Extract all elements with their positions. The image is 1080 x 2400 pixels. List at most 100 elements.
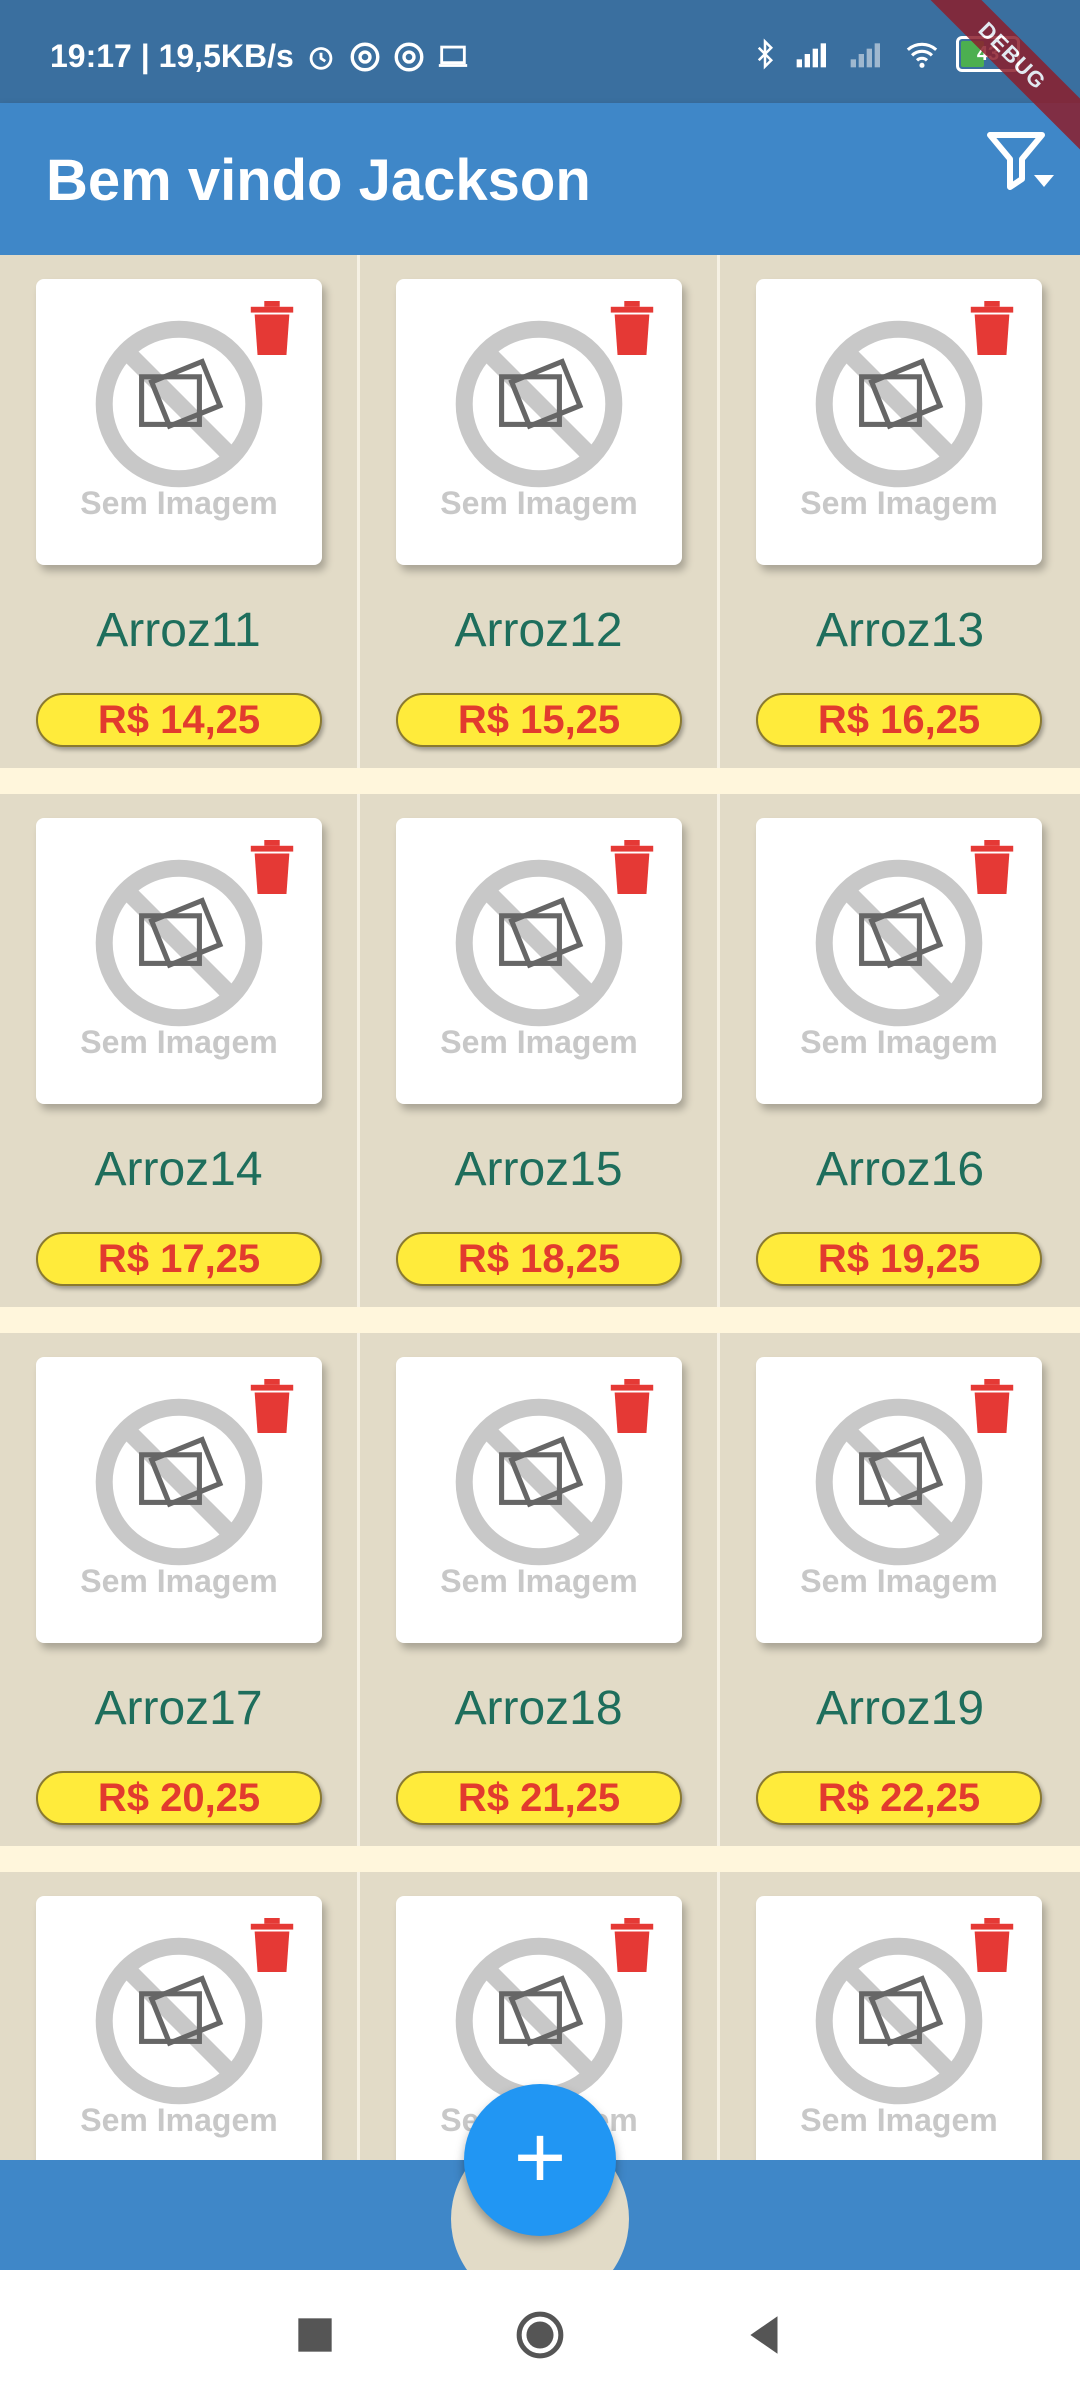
- product-name: Arroz17: [94, 1682, 263, 1735]
- product-card[interactable]: Sem Imagem Arroz19 R$ 22,25: [720, 1333, 1080, 1846]
- product-card[interactable]: Sem Imagem Arroz12 R$ 15,25: [360, 255, 720, 768]
- product-card[interactable]: Sem Imagem: [0, 1872, 360, 2160]
- product-image[interactable]: Sem Imagem: [36, 1357, 322, 1643]
- laptop-icon: [438, 45, 467, 67]
- product-card[interactable]: Sem Imagem Arroz11 R$ 14,25: [0, 255, 360, 768]
- price-badge: R$ 22,25: [756, 1771, 1042, 1825]
- at-sign-icon: [350, 42, 380, 71]
- no-image-label: Sem Imagem: [80, 1024, 278, 1060]
- product-image[interactable]: Sem Imagem: [36, 818, 322, 1104]
- product-name: Arroz11: [96, 604, 261, 657]
- row-divider: [0, 1307, 1080, 1333]
- trash-icon[interactable]: [250, 840, 294, 894]
- no-image-label: Sem Imagem: [440, 1024, 638, 1060]
- product-name: Arroz13: [815, 604, 985, 657]
- price-badge: R$ 18,25: [396, 1232, 682, 1286]
- no-image-icon: [815, 859, 983, 1027]
- product-name: Arroz16: [815, 1143, 985, 1196]
- price-badge: R$ 15,25: [396, 693, 682, 747]
- product-image[interactable]: Sem Imagem: [396, 818, 682, 1104]
- no-image-label: Sem Imagem: [800, 2102, 998, 2138]
- add-product-button[interactable]: +: [464, 2084, 616, 2236]
- bluetooth-icon: [757, 38, 774, 70]
- no-image-label: Sem Imagem: [80, 1563, 278, 1599]
- product-name: Arroz12: [454, 604, 623, 657]
- product-image[interactable]: Sem Imagem: [756, 818, 1042, 1104]
- product-name: Arroz19: [815, 1682, 985, 1735]
- trash-icon[interactable]: [250, 1379, 294, 1433]
- price-badge: R$ 14,25: [36, 693, 322, 747]
- no-image-icon: [95, 320, 263, 488]
- product-image[interactable]: Sem Imagem: [36, 279, 322, 565]
- no-image-icon: [95, 859, 263, 1027]
- product-grid[interactable]: Sem Imagem Arroz11 R$ 14,25 Sem Imagem Arroz…: [0, 255, 1080, 2160]
- row-divider: [0, 768, 1080, 794]
- no-image-icon: [95, 1937, 263, 2105]
- product-card[interactable]: Sem Imagem Arroz18 R$ 21,25: [360, 1333, 720, 1846]
- product-card[interactable]: Sem Imagem Arroz14 R$ 17,25: [0, 794, 360, 1307]
- no-image-icon: [455, 859, 623, 1027]
- back-icon[interactable]: [740, 2310, 790, 2360]
- price-badge: R$ 21,25: [396, 1771, 682, 1825]
- no-image-icon: [95, 1398, 263, 1566]
- product-card[interactable]: Sem Imagem Arroz16 R$ 19,25: [720, 794, 1080, 1307]
- product-card[interactable]: Sem Imagem Arroz17 R$ 20,25: [0, 1333, 360, 1846]
- product-image[interactable]: Sem Imagem: [396, 1357, 682, 1643]
- product-card[interactable]: Sem Imagem Arroz15 R$ 18,25: [360, 794, 720, 1307]
- no-image-icon: [815, 320, 983, 488]
- trash-icon[interactable]: [970, 840, 1014, 894]
- product-card[interactable]: Sem Imagem Arroz13 R$ 16,25: [720, 255, 1080, 768]
- product-card[interactable]: Sem Imagem: [720, 1872, 1080, 2160]
- no-image-label: Sem Imagem: [800, 1024, 998, 1060]
- grid-row: Sem Imagem Arroz17 R$ 20,25 Sem Imagem Arroz…: [0, 1333, 1080, 1846]
- recent-apps-icon[interactable]: [290, 2310, 340, 2360]
- trash-icon[interactable]: [970, 1379, 1014, 1433]
- trash-icon[interactable]: [610, 840, 654, 894]
- trash-icon[interactable]: [970, 301, 1014, 355]
- trash-icon[interactable]: [970, 1918, 1014, 1972]
- app-bar: Bem vindo Jackson: [0, 103, 1080, 255]
- product-name: Arroz18: [454, 1682, 623, 1735]
- product-name: Arroz15: [454, 1143, 623, 1196]
- trash-icon[interactable]: [610, 1379, 654, 1433]
- at-sign-icon: [394, 42, 424, 71]
- trash-icon[interactable]: [610, 1918, 654, 1972]
- no-image-label: Sem Imagem: [800, 485, 998, 521]
- no-image-label: Sem Imagem: [440, 485, 638, 521]
- no-image-icon: [455, 1398, 623, 1566]
- price-badge: R$ 20,25: [36, 1771, 322, 1825]
- page-title: Bem vindo Jackson: [46, 148, 591, 213]
- no-image-icon: [455, 1937, 623, 2105]
- status-bar: 19:17 | 19,5KB/s 43 DEBUG: [0, 0, 1080, 161]
- status-time-speed: 19:17 | 19,5KB/s: [50, 38, 294, 74]
- alarm-icon: [309, 46, 333, 70]
- trash-icon[interactable]: [250, 1918, 294, 1972]
- product-image[interactable]: Sem Imagem: [756, 1357, 1042, 1643]
- trash-icon[interactable]: [250, 301, 294, 355]
- product-image[interactable]: Sem Imagem: [36, 1896, 322, 2160]
- no-image-icon: [455, 320, 623, 488]
- no-image-icon: [815, 1398, 983, 1566]
- price-badge: R$ 16,25: [756, 693, 1042, 747]
- no-image-label: Sem Imagem: [80, 2102, 278, 2138]
- wifi-icon: [906, 42, 938, 68]
- price-badge: R$ 17,25: [36, 1232, 322, 1286]
- no-image-label: Sem Imagem: [440, 1563, 638, 1599]
- trash-icon[interactable]: [610, 301, 654, 355]
- grid-row: Sem Imagem Arroz11 R$ 14,25 Sem Imagem Arroz…: [0, 255, 1080, 768]
- no-image-label: Sem Imagem: [800, 1563, 998, 1599]
- signal-icon-secondary: [850, 43, 880, 68]
- no-image-label: Sem Imagem: [80, 485, 278, 521]
- product-image[interactable]: Sem Imagem: [756, 1896, 1042, 2160]
- home-icon[interactable]: [515, 2310, 565, 2360]
- product-image[interactable]: Sem Imagem: [396, 279, 682, 565]
- filter-dropdown-icon[interactable]: [982, 123, 1062, 203]
- signal-icon: [796, 43, 826, 68]
- grid-row: Sem Imagem Arroz14 R$ 17,25 Sem Imagem Arroz…: [0, 794, 1080, 1307]
- product-image[interactable]: Sem Imagem: [756, 279, 1042, 565]
- status-left: 19:17 | 19,5KB/s: [50, 38, 470, 75]
- row-divider: [0, 1846, 1080, 1872]
- system-nav-bar: [0, 2270, 1080, 2400]
- product-name: Arroz14: [94, 1143, 263, 1196]
- no-image-icon: [815, 1937, 983, 2105]
